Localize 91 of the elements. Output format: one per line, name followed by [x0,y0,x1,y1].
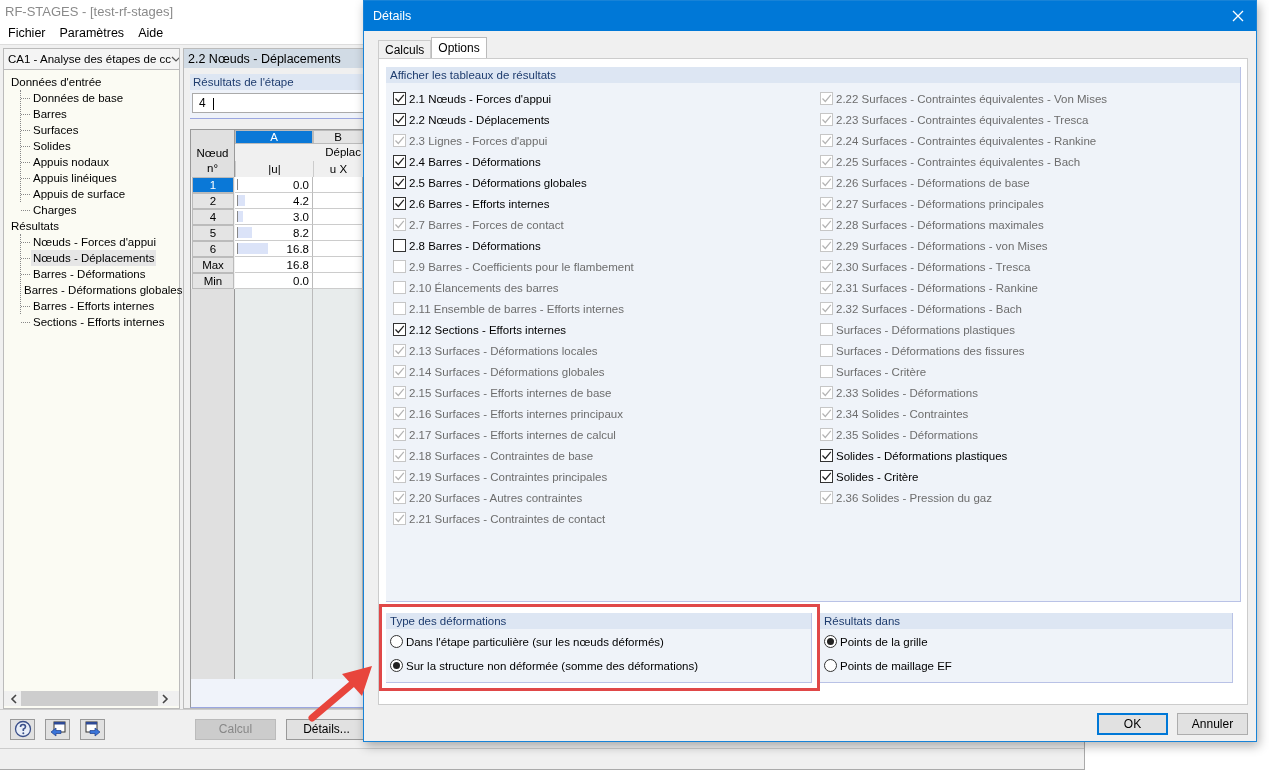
row-header[interactable]: Min [192,273,234,289]
tree-item[interactable]: Solides [31,138,73,154]
radio-label[interactable]: Points de maillage EF [840,659,952,672]
radio-button[interactable] [390,659,403,672]
checkbox[interactable] [820,470,833,483]
text-cursor [213,97,214,110]
radio-label[interactable]: Points de la grille [840,635,928,648]
table-cell [313,225,363,241]
row-header[interactable]: 5 [192,225,234,241]
table-cell: 3.0 [235,209,313,225]
previous-button[interactable] [45,718,70,740]
tree-item[interactable]: Résultats [9,220,61,232]
menu-item[interactable]: Aide [138,26,164,40]
tree-item[interactable]: Appuis de surface [31,186,128,202]
column-header[interactable]: A [235,130,313,144]
case-dropdown[interactable]: CA1 - Analyse des étapes de cc [4,49,179,70]
table-cell: 0.0 [235,273,313,289]
checkbox-label[interactable]: 2.12 Sections - Efforts internes [409,323,567,336]
next-button[interactable] [80,718,105,740]
table-cell: 8.2 [235,225,313,241]
tree-item[interactable]: Barres [31,106,69,122]
tree-item[interactable]: Nœuds - Forces d'appui [31,234,158,250]
group-header: Résultats dans [820,613,1232,629]
checkbox[interactable] [820,449,833,462]
tab[interactable]: Calculs [378,40,432,58]
group-header: Afficher les tableaux de résultats [386,67,1240,83]
arrow-annotation [308,666,372,722]
table-cell [313,257,363,273]
radio-label[interactable]: Sur la structure non déformée (somme des déformations) [406,659,699,672]
row-header[interactable]: 1 [192,177,234,193]
chevron-down-icon [171,56,179,62]
menu-item[interactable]: Fichier [8,26,46,40]
row-header[interactable]: 2 [192,193,234,209]
table-cell [313,177,363,193]
radio-button[interactable] [390,635,403,648]
checkbox[interactable] [393,113,406,126]
checkbox-label[interactable]: 2.4 Barres - Déformations [409,155,541,168]
checkbox[interactable] [393,176,406,189]
tree-item[interactable]: Appuis linéiques [31,170,119,186]
close-icon[interactable] [1232,10,1244,22]
radio-label[interactable]: Dans l'étape particulière (sur les nœuds déformés) [406,635,664,648]
table-cell [313,273,363,289]
tree-item[interactable]: Données de base [31,90,126,106]
checkbox[interactable] [393,155,406,168]
dialog-button[interactable]: OK [1097,713,1168,735]
window-title: RF-STAGES - [test-rf-stages] [5,3,174,19]
checkbox-label[interactable]: 2.8 Barres - Déformations [409,239,541,252]
column-header[interactable]: B [313,130,363,144]
checkbox[interactable] [393,323,406,336]
checkbox[interactable] [393,239,406,252]
tree-item[interactable]: Barres - Déformations [31,266,148,282]
checkbox-label[interactable]: 2.5 Barres - Déformations globales [409,176,587,189]
radio-button[interactable] [824,659,837,672]
checkbox-label[interactable]: Solides - Déformations plastiques [836,449,1008,462]
tree-item[interactable]: Appuis nodaux [31,154,112,170]
tab[interactable]: Options [431,37,487,58]
checkbox-label[interactable]: 2.6 Barres - Efforts internes [409,197,550,210]
scroll-right-icon[interactable] [161,693,169,704]
help-button[interactable] [10,718,35,740]
radio-button[interactable] [824,635,837,648]
tree-item[interactable]: Barres - Déformations globales [22,282,185,298]
row-header[interactable]: Max [192,257,234,273]
checkbox[interactable] [393,197,406,210]
tree-item[interactable]: Barres - Efforts internes [31,298,157,314]
checkbox-label[interactable]: 2.2 Nœuds - Déplacements [409,113,550,126]
scroll-left-icon[interactable] [10,693,18,704]
tree-item[interactable]: Charges [31,202,79,218]
window-arrow-left-icon [48,720,67,738]
row-header[interactable]: 6 [192,241,234,257]
tree-item[interactable]: Nœuds - Déplacements [31,250,157,266]
table-cell: 16.8 [235,241,313,257]
window-arrow-right-icon [83,720,102,738]
help-icon [13,720,32,738]
horizontal-scrollbar[interactable] [4,691,179,706]
tree-item[interactable]: Surfaces [31,122,81,138]
checkbox[interactable] [393,92,406,105]
table-cell [313,209,363,225]
tree-item[interactable]: Données d'entrée [9,76,104,88]
table-cell: 4.2 [235,193,313,209]
table-cell: 0.0 [235,177,313,193]
group-header: Type des déformations [386,613,811,629]
row-header[interactable]: 4 [192,209,234,225]
dialog-title: Détails [373,9,412,23]
tree-item[interactable]: Sections - Efforts internes [31,314,167,330]
row-header-title: Nœud n° [191,144,235,177]
menu-item[interactable]: Paramètres [59,26,125,40]
checkbox-label[interactable]: Solides - Critère [836,470,919,483]
table-cell: 16.8 [235,257,313,273]
dialog-button[interactable]: Annuler [1177,713,1248,735]
table-cell [313,193,363,209]
table-cell [313,241,363,257]
